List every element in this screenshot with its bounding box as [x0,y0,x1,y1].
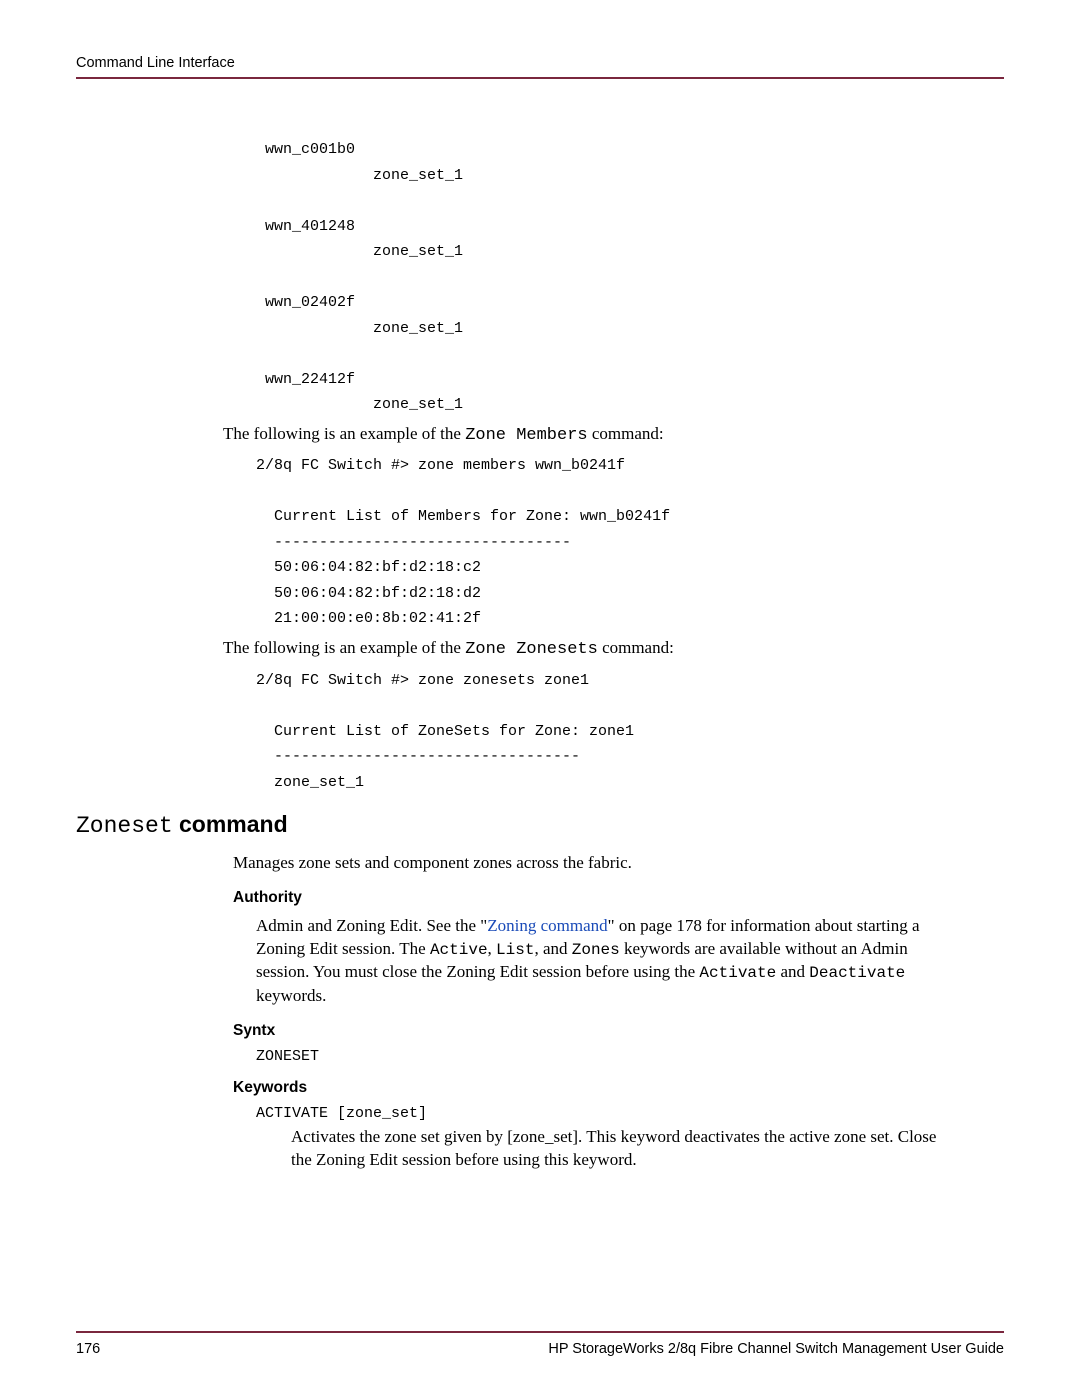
zoning-command-link[interactable]: Zoning command [487,916,607,935]
code-span: Activate [699,964,776,982]
text-span: The following is an example of the [223,424,465,443]
code-block-zone-zonesets: 2/8q FC Switch #> zone zonesets zone1 Cu… [256,668,1004,796]
code-span: Zones [572,941,620,959]
authority-body: Admin and Zoning Edit. See the "Zoning c… [256,915,944,1008]
code-span: Zone Members [465,426,587,445]
subheading-keywords: Keywords [233,1079,1004,1097]
text-span: , [488,939,497,958]
text-span: keywords. [256,986,326,1005]
text-span: The following is an example of the [223,638,465,657]
text-span: command: [588,424,664,443]
code-span: List [496,941,534,959]
text-span: Admin and Zoning Edit. See the " [256,916,487,935]
code-span: Active [430,941,488,959]
paragraph-zone-members-intro: The following is an example of the Zone … [223,422,1004,448]
footer-title: HP StorageWorks 2/8q Fibre Channel Switc… [548,1341,1004,1357]
page-header: Command Line Interface [76,55,1004,79]
code-block-zone-list: wwn_c001b0 zone_set_1 wwn_401248 zone_se… [256,137,1004,418]
code-span: Zone Zonesets [465,640,598,659]
text-span: command: [598,638,674,657]
main-content: wwn_c001b0 zone_set_1 wwn_401248 zone_se… [76,137,1004,1331]
keywords-code: ACTIVATE [zone_set] [256,1105,1004,1122]
heading-mono: Zoneset [76,813,173,839]
page-number: 176 [76,1341,100,1357]
text-span: , and [534,939,571,958]
keywords-body: Activates the zone set given by [zone_se… [291,1126,944,1172]
heading-bold: command [173,811,288,837]
section-heading-zoneset-command: Zoneset command [76,811,1004,839]
section-intro-text: Manages zone sets and component zones ac… [233,851,1004,875]
code-span: Deactivate [809,964,905,982]
code-block-zone-members: 2/8q FC Switch #> zone members wwn_b0241… [256,453,1004,632]
paragraph-zone-zonesets-intro: The following is an example of the Zone … [223,636,1004,662]
page-footer: 176 HP StorageWorks 2/8q Fibre Channel S… [76,1331,1004,1357]
syntx-code: ZONESET [256,1048,1004,1065]
subheading-syntx: Syntx [233,1022,1004,1040]
text-span: and [776,962,809,981]
subheading-authority: Authority [233,889,1004,907]
